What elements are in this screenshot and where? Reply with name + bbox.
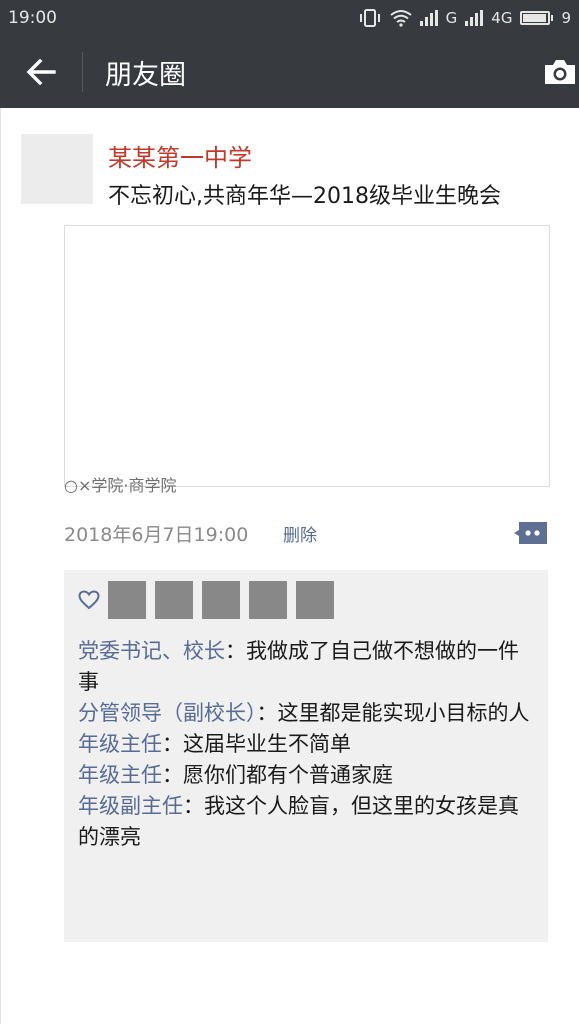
like-avatar[interactable] <box>296 581 334 619</box>
comment-author[interactable]: 年级主任 <box>78 732 162 756</box>
comment-author[interactable]: 年级主任 <box>78 763 162 787</box>
comment-author[interactable]: 年级副主任 <box>78 794 183 818</box>
like-avatar[interactable] <box>108 581 146 619</box>
comment-item[interactable]: 年级主任：这届毕业生不简单 <box>78 729 534 760</box>
likes-row <box>64 570 548 630</box>
link-card[interactable] <box>64 225 550 487</box>
comment-text: 这届毕业生不简单 <box>183 732 351 756</box>
moments-feed: 某某第一中学 不忘初心,共商年华—2018级毕业生晚会 ○×学院·商学院 201… <box>0 108 579 1024</box>
comment-text: 这里都是能实现小目标的人 <box>277 701 530 725</box>
interaction-panel: 党委书记、校长：我做成了自己做不想做的一件事 分管领导（副校长）：这里都是能实现… <box>64 570 548 942</box>
nav-divider <box>82 52 83 92</box>
like-avatar[interactable] <box>202 581 240 619</box>
back-button[interactable] <box>0 36 82 108</box>
arrow-left-icon <box>26 59 56 85</box>
page-title: 朋友圈 <box>105 59 186 91</box>
network-label-4g: 4G <box>491 9 513 27</box>
comment-item[interactable]: 年级副主任：我这个人脸盲，但这里的女孩是真的漂亮 <box>78 791 534 853</box>
comment-author[interactable]: 党委书记、校长 <box>78 639 225 663</box>
battery-label: 9 <box>561 9 571 27</box>
network-label: G <box>445 9 458 27</box>
comment-list: 党委书记、校长：我做成了自己做不想做的一件事 分管领导（副校长）：这里都是能实现… <box>64 630 548 853</box>
comment-item[interactable]: 分管领导（副校长）：这里都是能实现小目标的人 <box>78 698 534 729</box>
post-timestamp: 2018年6月7日19:00 <box>64 524 249 546</box>
comment-dots-icon <box>514 522 547 544</box>
post-text: 不忘初心,共商年华—2018级毕业生晚会 <box>108 184 501 209</box>
delete-button[interactable]: 删除 <box>283 521 317 546</box>
like-avatar[interactable] <box>249 581 287 619</box>
comment-author[interactable]: 分管领导（副校长） <box>78 701 257 725</box>
signal-icon-2 <box>465 10 484 26</box>
comment-item[interactable]: 党委书记、校长：我做成了自己做不想做的一件事 <box>78 636 534 698</box>
wifi-icon <box>390 10 412 27</box>
comment-button[interactable] <box>513 520 549 546</box>
comment-text: 愿你们都有个普通家庭 <box>183 763 393 787</box>
status-icons: G 4G 9 <box>358 8 571 28</box>
heart-icon <box>76 587 102 613</box>
signal-icon <box>419 10 438 26</box>
nav-bar: 朋友圈 <box>0 36 579 108</box>
vibrate-icon <box>359 9 380 27</box>
camera-icon <box>545 60 575 84</box>
post-author[interactable]: 某某第一中学 <box>108 138 252 173</box>
battery-icon <box>520 11 554 25</box>
camera-button[interactable] <box>529 36 577 108</box>
avatar[interactable] <box>21 134 93 204</box>
like-avatar[interactable] <box>155 581 193 619</box>
status-time: 19:00 <box>8 8 57 28</box>
link-source: ○×学院·商学院 <box>64 476 177 495</box>
status-bar: 19:00 G 4G 9 <box>0 0 579 36</box>
comment-item[interactable]: 年级主任：愿你们都有个普通家庭 <box>78 760 534 791</box>
